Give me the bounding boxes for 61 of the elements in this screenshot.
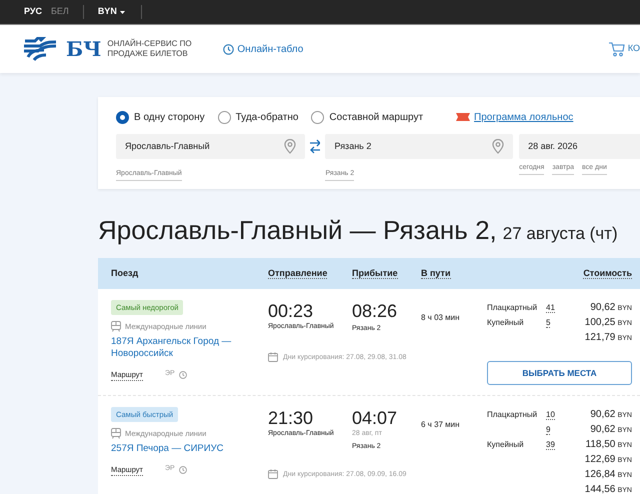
- calendar-icon: [268, 352, 278, 362]
- fare-price: 121,79: [584, 332, 616, 343]
- arrival-time: 08:26: [352, 300, 398, 322]
- travel-duration: 8 ч 03 мин: [421, 313, 460, 322]
- car-class: Купейный: [487, 440, 524, 448]
- seat-count[interactable]: 5: [546, 318, 550, 328]
- seat-count[interactable]: 39: [546, 440, 555, 450]
- trip-type-radio[interactable]: Туда-обратно: [218, 110, 298, 124]
- fare-price: 90,62: [590, 302, 616, 313]
- route-date: 27 августа (чт): [502, 223, 618, 245]
- currency-dropdown[interactable]: BYN: [98, 5, 125, 19]
- column-header[interactable]: Стоимость: [583, 268, 632, 279]
- column-header[interactable]: Отправление: [268, 268, 328, 279]
- route-title: Ярославль-Главный — Рязань 2,: [98, 214, 497, 247]
- column-header: Поезд: [111, 268, 138, 278]
- discount-tag-icon: [456, 113, 470, 121]
- seat-count[interactable]: 9: [546, 424, 550, 434]
- swap-arrows-icon: [310, 139, 320, 154]
- car-class: Плацкартный: [487, 410, 538, 418]
- online-board-link[interactable]: Онлайн-табло: [223, 42, 304, 56]
- caret-icon: [120, 10, 125, 14]
- fare-price: 118,50: [586, 439, 616, 450]
- seat-count[interactable]: 10: [546, 410, 555, 420]
- language-option[interactable]: БЕЛ: [50, 5, 69, 19]
- fare-price: 90,62: [590, 409, 616, 420]
- loyalty-program-link[interactable]: Программа лояльнос: [474, 110, 574, 124]
- train-icon: [111, 428, 121, 440]
- seat-count[interactable]: 41: [546, 302, 555, 312]
- car-class: Плацкартный: [487, 302, 538, 312]
- fare-price: 144,56: [584, 484, 616, 494]
- car-class: Купейный: [487, 318, 524, 326]
- arrival-field[interactable]: Рязань 2: [325, 134, 514, 159]
- date-field[interactable]: 28 авг. 2026: [519, 134, 640, 159]
- cart-icon: [608, 42, 625, 56]
- train-link[interactable]: 257Я Печора — СИРИУС: [111, 442, 251, 454]
- cart-link[interactable]: КО: [608, 42, 640, 56]
- location-pin-icon: [284, 139, 296, 154]
- travel-duration: 6 ч 37 мин: [421, 420, 460, 429]
- trip-type-radio[interactable]: В одну сторону: [116, 110, 205, 124]
- choose-seats-button[interactable]: ВЫБРАТЬ МЕСТА: [487, 361, 632, 385]
- location-pin-icon: [492, 139, 504, 154]
- train-icon: [111, 321, 121, 332]
- calendar-icon: [268, 469, 278, 479]
- fare-price: 90,62: [590, 424, 616, 435]
- trip-type-radio[interactable]: Составной маршрут: [311, 110, 424, 124]
- fare-price: 100,25: [584, 317, 616, 328]
- language-option[interactable]: РУС: [24, 5, 42, 19]
- departure-time: 00:23: [268, 300, 314, 322]
- fare-price: 126,84: [584, 469, 616, 480]
- column-header[interactable]: В пути: [421, 268, 450, 279]
- clock-icon: [178, 466, 187, 474]
- arrival-time: 04:07: [352, 407, 398, 429]
- column-header[interactable]: Прибытие: [352, 268, 398, 279]
- logo-text: БЧ: [66, 39, 102, 59]
- clock-icon: [223, 44, 234, 54]
- train-link[interactable]: 187Я Архангельск Город — Новороссийск: [111, 336, 251, 360]
- departure-time: 21:30: [268, 407, 314, 429]
- departure-field[interactable]: Ярославль-Главный: [116, 134, 305, 159]
- service-name: ОНЛАЙН-СЕРВИС ПО ПРОДАЖЕ БИЛЕТОВ: [107, 39, 193, 59]
- fare-price: 122,69: [584, 454, 616, 465]
- clock-icon: [178, 370, 187, 379]
